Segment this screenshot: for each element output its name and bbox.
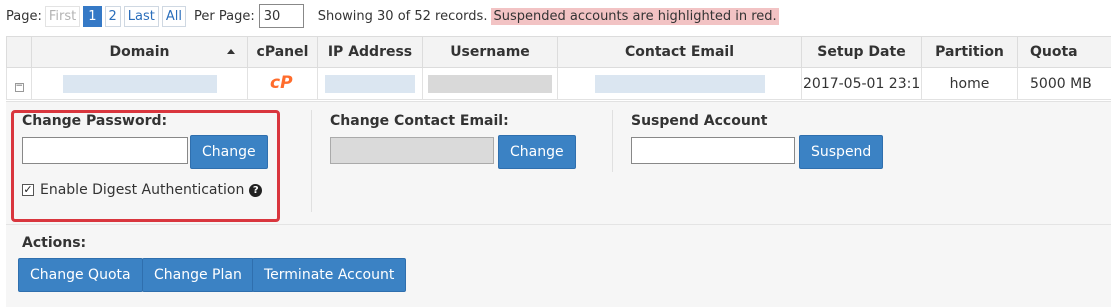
collapse-icon[interactable]: − [14, 81, 24, 92]
cpanel-logo-icon[interactable]: cP [268, 72, 298, 96]
sort-ascending-icon [227, 49, 235, 54]
section-divider [6, 224, 1111, 225]
divider [612, 110, 613, 172]
page-all-link[interactable]: All [161, 5, 186, 27]
quota-cell: 5000 MB [1017, 67, 1111, 100]
suspend-account-title: Suspend Account [631, 113, 768, 129]
header-setup-date[interactable]: Setup Date [801, 36, 922, 68]
header-ip-address[interactable]: IP Address [317, 36, 423, 68]
digest-auth-row: ✓ Enable Digest Authentication ? [22, 182, 263, 198]
suspend-reason-input[interactable] [631, 137, 795, 164]
redacted-domain [62, 74, 217, 93]
redacted-username [428, 74, 552, 93]
suspended-accounts-note: Suspended accounts are highlighted in re… [491, 7, 779, 25]
username-cell [422, 67, 558, 100]
page-label: Page: [6, 8, 42, 24]
email-cell [557, 67, 802, 100]
help-icon[interactable]: ? [249, 183, 263, 197]
change-password-button[interactable]: Change [190, 135, 268, 169]
header-partition[interactable]: Partition [921, 36, 1018, 68]
partition-cell: home [921, 67, 1018, 100]
header-expand [6, 36, 32, 68]
setup-date-cell: 2017-05-01 23:18 [801, 67, 922, 100]
suspend-button[interactable]: Suspend [799, 135, 884, 169]
change-plan-button[interactable]: Change Plan [142, 258, 254, 292]
page-first-link[interactable]: First [44, 5, 81, 27]
page-last-link[interactable]: Last [123, 5, 159, 27]
ip-cell [317, 67, 423, 100]
actions-title: Actions: [22, 235, 87, 251]
header-domain-label: Domain [109, 44, 170, 60]
digest-auth-checkbox[interactable]: ✓ [22, 184, 34, 196]
page-1-link[interactable]: 1 [83, 5, 102, 27]
per-page-label: Per Page: [194, 8, 255, 24]
table-header-row: Domain cPanel IP Address Username Contac… [6, 36, 1111, 68]
header-domain[interactable]: Domain [31, 36, 248, 68]
digest-auth-label[interactable]: Enable Digest Authentication [40, 182, 244, 198]
redacted-email [594, 74, 765, 93]
header-username[interactable]: Username [422, 36, 558, 68]
change-email-title: Change Contact Email: [330, 113, 509, 129]
pagination-bar: Page: First 1 2 Last All Per Page: Showi… [6, 4, 779, 28]
contact-email-input[interactable] [330, 137, 494, 164]
cpanel-cell[interactable]: cP [247, 67, 318, 100]
redacted-ip [325, 74, 415, 93]
svg-text:cP: cP [270, 73, 293, 92]
records-count-text: Showing 30 of 52 records. [317, 8, 488, 24]
header-quota[interactable]: Quota [1017, 36, 1111, 68]
change-quota-button[interactable]: Change Quota [18, 258, 143, 292]
domain-cell[interactable] [31, 67, 248, 100]
accounts-table: Domain cPanel IP Address Username Contac… [6, 36, 1111, 100]
per-page-input[interactable] [258, 4, 304, 28]
change-password-title: Change Password: [22, 113, 168, 129]
new-password-input[interactable] [22, 137, 188, 164]
header-contact-email[interactable]: Contact Email [557, 36, 802, 68]
header-cpanel[interactable]: cPanel [247, 36, 318, 68]
terminate-account-button[interactable]: Terminate Account [252, 258, 407, 292]
row-expand-cell[interactable]: − [6, 67, 32, 100]
table-row[interactable]: − cP 2017-05-01 23:18 home 5000 MB [6, 67, 1111, 100]
divider [311, 110, 312, 212]
change-email-button[interactable]: Change [498, 135, 576, 169]
page-2-link[interactable]: 2 [104, 5, 121, 27]
account-detail-panel: Change Password: Change ✓ Enable Digest … [6, 101, 1111, 307]
